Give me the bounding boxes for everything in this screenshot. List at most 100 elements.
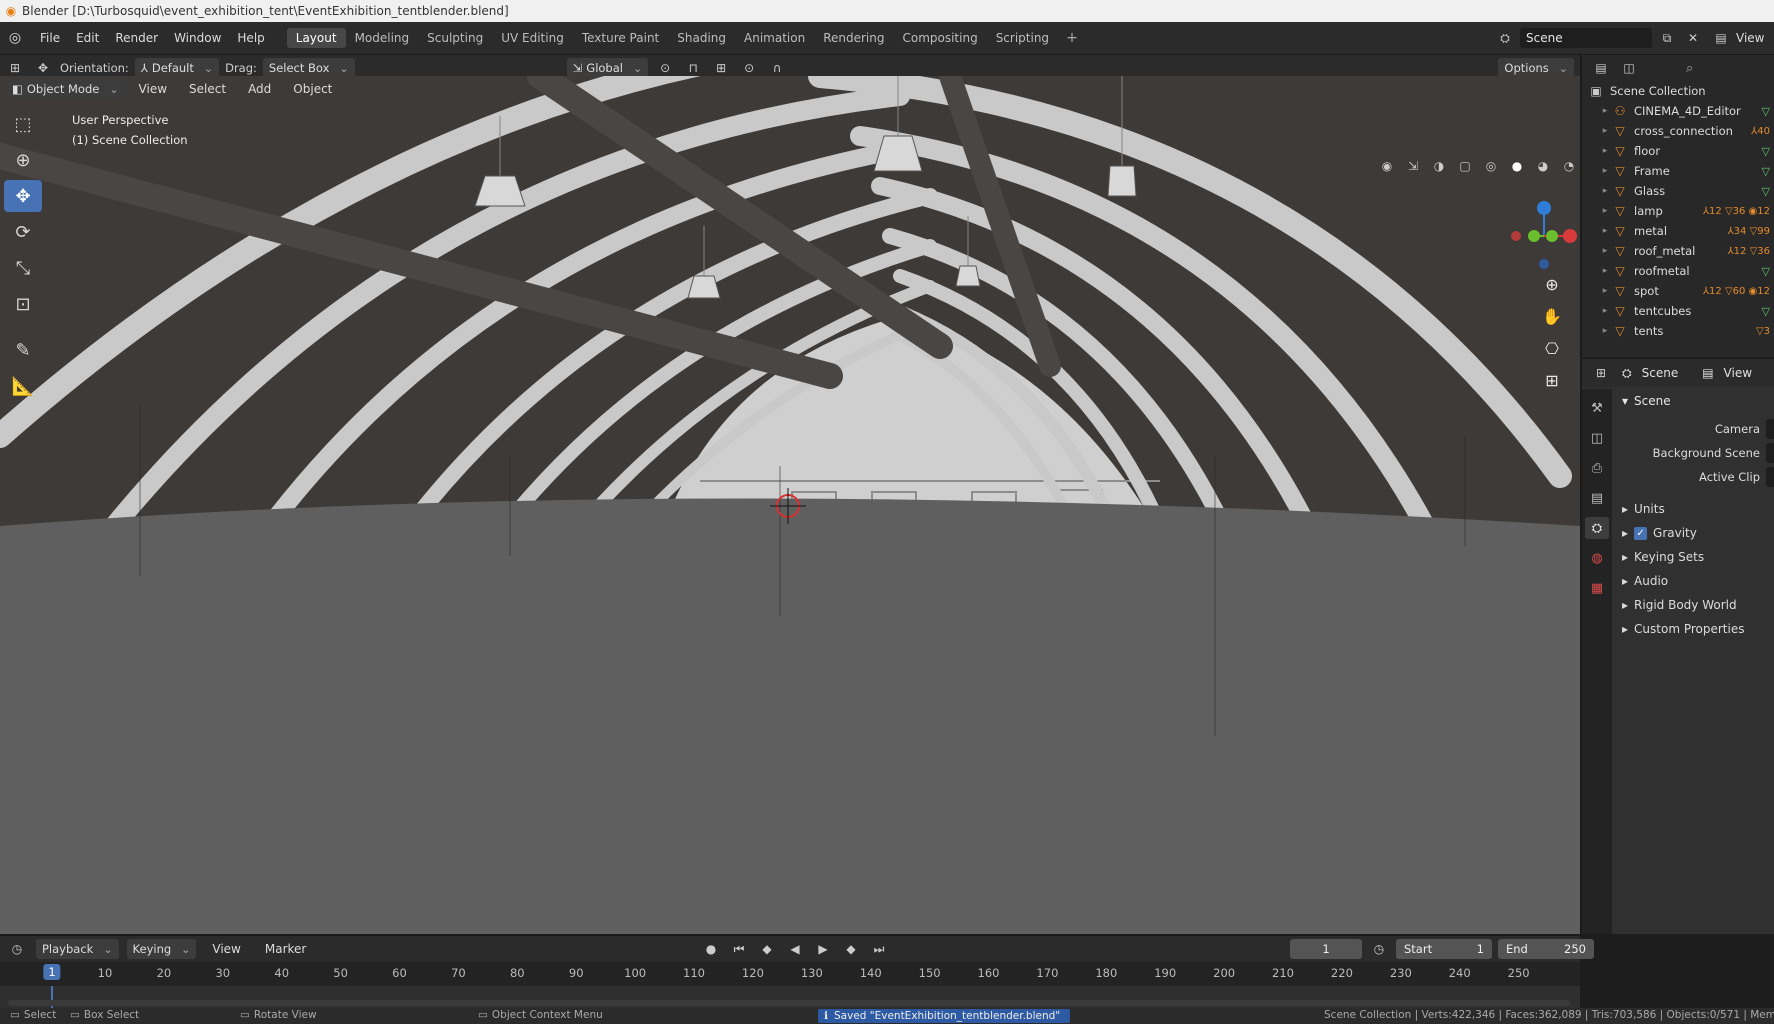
- editor-type-icon[interactable]: ⊞: [4, 58, 26, 78]
- keying-sets-panel[interactable]: ▸ Keying Sets: [1616, 545, 1774, 569]
- texture-tab-icon[interactable]: ▦: [1585, 577, 1609, 599]
- pan-hand-icon[interactable]: ✋: [1539, 304, 1565, 328]
- camera-field[interactable]: [1766, 419, 1774, 439]
- outliner-item[interactable]: ▸ ▽ Frame ▽: [1582, 161, 1774, 181]
- play-icon[interactable]: ▶: [812, 939, 834, 959]
- menu-view[interactable]: View: [131, 82, 175, 96]
- zoom-icon[interactable]: ⊕: [1539, 272, 1565, 296]
- scene-tab-icon[interactable]: ⛭: [1585, 517, 1609, 539]
- tab-modeling[interactable]: Modeling: [346, 28, 419, 48]
- transform-orientation-dropdown[interactable]: ⇲ Global: [566, 58, 649, 78]
- material-shading-icon[interactable]: ◕: [1532, 156, 1554, 176]
- end-frame-field[interactable]: End 250: [1498, 939, 1594, 959]
- gravity-panel[interactable]: ▸ ✓ Gravity: [1616, 521, 1774, 545]
- expand-arrow-icon[interactable]: ▸: [1598, 146, 1612, 156]
- next-keyframe-icon[interactable]: ◆: [840, 939, 862, 959]
- camera-view-icon[interactable]: ⎔: [1539, 336, 1565, 360]
- expand-arrow-icon[interactable]: ▸: [1598, 126, 1612, 136]
- expand-arrow-icon[interactable]: ▸: [1598, 106, 1612, 116]
- menu-select[interactable]: Select: [181, 82, 234, 96]
- view-layer-selector[interactable]: ▤ View: [1710, 27, 1774, 49]
- expand-arrow-icon[interactable]: ▸: [1598, 306, 1612, 316]
- outliner-scene-collection[interactable]: ▣ Scene Collection: [1582, 81, 1774, 101]
- drag-dropdown[interactable]: Select Box: [262, 58, 355, 78]
- expand-arrow-icon[interactable]: ▸: [1598, 186, 1612, 196]
- playback-menu[interactable]: Playback: [36, 939, 119, 959]
- output-tab-icon[interactable]: ⎙: [1585, 457, 1609, 479]
- properties-editor-icon[interactable]: ⊞: [1590, 363, 1612, 383]
- frame-ruler[interactable]: 1 10 20 30 40 50 60 70 80 90 100 110 120 130 140 150 16…: [0, 962, 1580, 986]
- scene-name-field[interactable]: Scene: [1520, 28, 1652, 48]
- display-mode-icon[interactable]: ◫: [1618, 58, 1640, 78]
- rotate-tool-icon[interactable]: ⟳: [4, 216, 42, 248]
- menu-window[interactable]: Window: [166, 31, 229, 45]
- select-box-tool-icon[interactable]: ⬚: [4, 108, 42, 140]
- timeline-scrollbar[interactable]: [8, 1000, 1570, 1006]
- scale-tool-icon[interactable]: ⤡: [4, 252, 42, 284]
- orientation-dropdown[interactable]: ⅄ Default: [134, 58, 220, 78]
- start-frame-field[interactable]: Start 1: [1396, 939, 1492, 959]
- 3d-viewport[interactable]: User Perspective (1) Scene Collection ⊕ …: [0, 76, 1580, 934]
- outliner-item[interactable]: ▸ ▽ metal ⅄34 ▽99: [1582, 221, 1774, 241]
- menu-help[interactable]: Help: [229, 31, 272, 45]
- new-scene-icon[interactable]: ⧉: [1656, 28, 1678, 48]
- expand-arrow-icon[interactable]: ▸: [1598, 266, 1612, 276]
- rigid-body-world-panel[interactable]: ▸ Rigid Body World: [1616, 593, 1774, 617]
- tool-tab-icon[interactable]: ⚒: [1585, 397, 1609, 419]
- status-report-message[interactable]: ℹ Saved "EventExhibition_tentblender.blen…: [818, 1009, 1071, 1023]
- jump-start-icon[interactable]: ⏮: [728, 939, 750, 959]
- outliner-item[interactable]: ▸ ▽ cross_connection ⅄40: [1582, 121, 1774, 141]
- visibility-eye-icon[interactable]: ◉: [1376, 156, 1398, 176]
- keying-menu[interactable]: Keying: [126, 939, 197, 959]
- timeline-editor-icon[interactable]: ◷: [6, 939, 28, 959]
- menu-add[interactable]: Add: [240, 82, 279, 96]
- scene-panel-header[interactable]: ▾ Scene: [1616, 389, 1774, 413]
- expand-arrow-icon[interactable]: ▸: [1598, 326, 1612, 336]
- outliner-item[interactable]: ▸ ▽ spot ⅄12 ▽60 ◉12: [1582, 281, 1774, 301]
- options-dropdown[interactable]: Options: [1498, 58, 1574, 78]
- render-tab-icon[interactable]: ◫: [1585, 427, 1609, 449]
- outliner-item[interactable]: ▸ ▽ tents ▽3: [1582, 321, 1774, 341]
- outliner-item[interactable]: ▸ ▽ Glass ▽: [1582, 181, 1774, 201]
- expand-arrow-icon[interactable]: ▸: [1598, 286, 1612, 296]
- outliner-item[interactable]: ▸ ▽ tentcubes ▽: [1582, 301, 1774, 321]
- move-tool-icon[interactable]: ✥: [4, 180, 42, 212]
- marker-menu[interactable]: Marker: [257, 942, 314, 956]
- active-clip-field[interactable]: [1766, 467, 1774, 487]
- transform-tool-icon[interactable]: ✥: [32, 58, 54, 78]
- outliner-editor-icon[interactable]: ▤: [1590, 58, 1612, 78]
- menu-edit[interactable]: Edit: [68, 31, 107, 45]
- view-layer-tab-icon[interactable]: ▤: [1585, 487, 1609, 509]
- rendered-shading-icon[interactable]: ◔: [1558, 156, 1580, 176]
- properties-scene-label[interactable]: Scene: [1642, 366, 1679, 380]
- tab-uv-editing[interactable]: UV Editing: [492, 28, 573, 48]
- outliner-item[interactable]: ▸ ▽ roof_metal ⅄12 ▽36: [1582, 241, 1774, 261]
- ortho-grid-icon[interactable]: ⊞: [1539, 368, 1565, 392]
- delete-scene-icon[interactable]: ✕: [1682, 28, 1704, 48]
- measure-tool-icon[interactable]: 📐: [4, 370, 42, 402]
- transform-tool-icon[interactable]: ⊡: [4, 288, 42, 320]
- pivot-point-icon[interactable]: ⊙: [654, 58, 676, 78]
- navigation-gizmo[interactable]: [1498, 182, 1578, 272]
- play-reverse-icon[interactable]: ◀: [784, 939, 806, 959]
- timeline-view-menu[interactable]: View: [204, 942, 248, 956]
- cursor-tool-icon[interactable]: ⊕: [4, 144, 42, 176]
- proportional-edit-icon[interactable]: ⊙: [738, 58, 760, 78]
- search-icon[interactable]: ⌕: [1686, 61, 1693, 76]
- tab-animation[interactable]: Animation: [735, 28, 814, 48]
- solid-shading-icon[interactable]: ●: [1506, 156, 1528, 176]
- keyframe-area[interactable]: [0, 986, 1580, 1010]
- outliner-item[interactable]: ▸ ▽ lamp ⅄12 ▽36 ◉12: [1582, 201, 1774, 221]
- menu-object[interactable]: Object: [285, 82, 340, 96]
- playhead[interactable]: [51, 986, 53, 1010]
- scene-icon[interactable]: ⛭: [1494, 28, 1516, 48]
- expand-arrow-icon[interactable]: ▸: [1598, 166, 1612, 176]
- blender-menu-icon[interactable]: ◎: [4, 27, 26, 49]
- snap-icon[interactable]: ⊓: [682, 58, 704, 78]
- tab-texture-paint[interactable]: Texture Paint: [573, 28, 668, 48]
- menu-file[interactable]: File: [32, 31, 68, 45]
- add-workspace-button[interactable]: +: [1058, 30, 1086, 46]
- mode-dropdown[interactable]: ◧ Object Mode: [6, 79, 125, 99]
- gizmo-toggle-icon[interactable]: ⇲: [1402, 156, 1424, 176]
- expand-arrow-icon[interactable]: ▸: [1598, 206, 1612, 216]
